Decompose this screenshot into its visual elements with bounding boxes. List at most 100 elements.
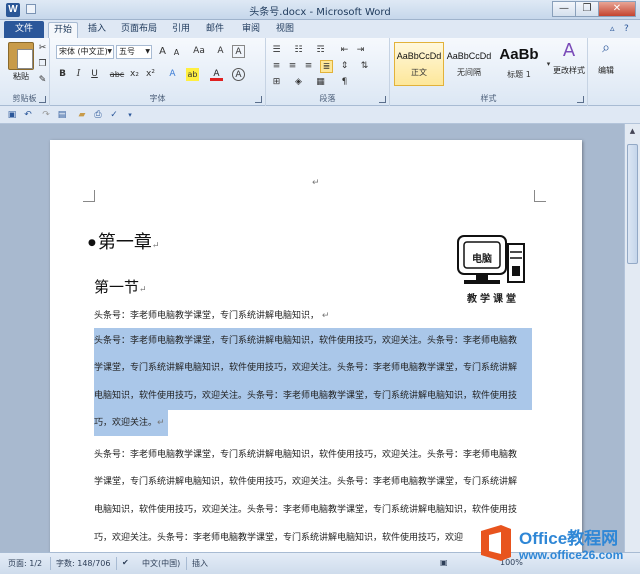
increase-indent-icon[interactable]: ⇥ [354,44,367,57]
proofing-icon[interactable]: ✔ [122,558,129,567]
multilevel-list-icon[interactable]: ☶ [314,44,327,57]
change-case-icon[interactable]: Aa [190,45,208,58]
doc-line-selected[interactable]: 头条号：李老师电脑教学课堂，专门系统讲解电脑知识，软件使用技巧，欢迎关注。头条号… [94,328,532,354]
clipboard-launcher-icon[interactable] [39,96,46,103]
tab-insert[interactable]: 插入 [82,22,112,38]
shading-icon[interactable]: ◈ [292,76,305,89]
doc-line-text: 头条号：李老师电脑教学课堂，专门系统讲解电脑知识， [94,311,320,321]
cut-icon[interactable]: ✂ [36,42,49,55]
tab-file[interactable]: 文件 [4,21,44,38]
change-styles-icon[interactable]: A [556,40,582,62]
phonetic-guide-icon[interactable]: A [232,45,245,58]
heading-1[interactable]: ● 第一章↵ [88,228,159,254]
format-painter-icon[interactable]: ✎ [36,74,49,87]
sort-icon[interactable]: ⇅ [358,60,371,73]
font-color-icon[interactable]: A [210,68,223,81]
quick-print-icon[interactable]: ⎙ [92,109,104,121]
doc-line-selected[interactable]: 学课堂，专门系统讲解电脑知识，软件使用技巧，欢迎关注。头条号：李老师电脑教学课堂… [94,354,532,382]
redo-icon[interactable]: ↷ [40,109,52,121]
doc-line[interactable]: 电脑知识，软件使用技巧，欢迎关注。头条号：李老师电脑教学课堂，专门系统讲解电脑知… [94,496,517,524]
clear-format-icon[interactable]: A [214,45,227,58]
bold-button[interactable]: B [56,68,69,81]
align-left-icon[interactable]: ≡ [270,60,283,73]
borders-icon[interactable]: ▦ [314,76,327,89]
vertical-scrollbar[interactable]: ▲ [624,124,640,552]
save-icon[interactable]: ▣ [6,109,18,121]
editing-button[interactable]: 编辑 [590,64,622,76]
grow-font-icon[interactable]: A [156,45,169,58]
bullets-icon[interactable]: ☰ [270,44,283,57]
document-area[interactable]: ↵ ● 第一章↵ 第一节↵ 电脑 教学课堂 头条号：李老师电脑教学课堂，专门系统讲… [0,124,624,552]
styles-launcher-icon[interactable] [577,96,584,103]
status-page[interactable]: 页面: 1/2 [8,558,42,569]
styles-group-label: 样式 [480,94,497,103]
font-size-value: 五号 [119,47,135,56]
customize-qat-icon[interactable]: ▾ [124,109,136,121]
line-spacing-icon[interactable]: ⇕ [338,60,351,73]
undo-icon[interactable]: ↶ [22,109,34,121]
scroll-thumb[interactable] [627,144,638,264]
tab-page-layout[interactable]: 页面布局 [116,22,162,38]
print-preview-icon[interactable]: ▤ [56,109,68,121]
print-layout-view-icon[interactable]: ▣ [440,558,448,567]
style-normal[interactable]: AaBbCcDd 正文 [394,42,444,86]
paste-button[interactable]: 粘贴 [6,70,36,82]
logo-caption: 教学课堂 [467,294,519,305]
chinese-layout-icon[interactable]: ⊞ [270,76,283,89]
close-button[interactable]: ✕ [598,1,636,17]
font-name-combo[interactable]: 宋体 (中文正) ▼ [56,45,114,59]
doc-line-selected[interactable]: 巧，欢迎关注。↵ [94,410,168,436]
font-launcher-icon[interactable] [255,96,262,103]
decrease-indent-icon[interactable]: ⇤ [338,44,351,57]
heading-2[interactable]: 第一节↵ [94,276,147,297]
text-effects-icon[interactable]: A [166,68,179,81]
style-no-spacing[interactable]: AaBbCcDd 无间隔 [444,42,494,86]
tab-home[interactable]: 开始 [48,22,78,38]
superscript-button[interactable]: x² [144,68,157,81]
open-folder-icon[interactable]: ▰ [76,109,88,121]
show-marks-icon[interactable]: ¶ [338,76,351,89]
change-styles-button[interactable]: 更改样式 [548,64,590,76]
doc-line[interactable]: 头条号：李老师电脑教学课堂，专门系统讲解电脑知识， ↵ [94,308,329,321]
underline-button[interactable]: U [88,68,101,81]
doc-line-selected[interactable]: 电脑知识，软件使用技巧，欢迎关注。头条号：李老师电脑教学课堂，专门系统讲解电脑知… [94,382,532,410]
shrink-font-icon[interactable]: A [170,46,183,59]
tab-review[interactable]: 审阅 [236,22,266,38]
font-size-combo[interactable]: 五号 ▼ [116,45,152,59]
doc-line[interactable]: 头条号：李老师电脑教学课堂，专门系统讲解电脑知识，软件使用技巧，欢迎关注。头条号… [94,442,517,468]
status-insert-mode[interactable]: 插入 [192,558,208,569]
doc-line[interactable]: 巧，欢迎关注。头条号：李老师电脑教学课堂，专门系统讲解电脑知识，软件使用技巧，欢… [94,524,463,552]
copy-icon[interactable]: ❐ [36,58,49,71]
find-icon[interactable]: ⌕ [598,41,614,60]
style-heading1-name: 标题 1 [507,70,531,79]
minimize-button[interactable]: — [552,1,576,17]
tab-view[interactable]: 视图 [270,22,300,38]
style-no-spacing-name: 无间隔 [457,68,481,77]
tab-references[interactable]: 引用 [166,22,196,38]
help-icon[interactable]: ? [624,24,634,34]
style-heading1-preview: AaBb [499,46,539,63]
strikethrough-button[interactable]: abc [108,68,126,81]
doc-line[interactable]: 学课堂，专门系统讲解电脑知识，软件使用技巧，欢迎关注。头条号：李老师电脑教学课堂… [94,468,517,496]
status-language[interactable]: 中文(中国) [142,558,180,569]
spelling-icon[interactable]: ✓ [108,109,120,121]
quick-access-toolbar: ▣ ↶ ↷ ▤ ▰ ⎙ ✓ ▾ [0,106,640,124]
paste-icon[interactable] [8,42,34,70]
document-page[interactable]: ↵ ● 第一章↵ 第一节↵ 电脑 教学课堂 头条号：李老师电脑教学课堂，专门系统讲… [50,140,582,552]
justify-icon[interactable]: ≣ [320,60,333,73]
enclose-char-icon[interactable]: A [232,68,245,81]
status-word-count[interactable]: 字数: 148/706 [56,558,110,569]
subscript-button[interactable]: x₂ [128,68,141,81]
align-center-icon[interactable]: ≡ [286,60,299,73]
restore-button[interactable]: ❐ [575,1,599,17]
group-font: 宋体 (中文正) ▼ 五号 ▼ A A Aa A A B I U abc x₂ x²… [50,38,266,106]
align-right-icon[interactable]: ≡ [302,60,315,73]
scroll-up-icon[interactable]: ▲ [627,126,638,137]
tab-mailings[interactable]: 邮件 [200,22,230,38]
paragraph-launcher-icon[interactable] [379,96,386,103]
minimize-ribbon-icon[interactable]: ▵ [610,24,620,34]
italic-button[interactable]: I [72,68,85,81]
numbering-icon[interactable]: ☷ [292,44,305,57]
highlight-icon[interactable]: ab [186,68,199,81]
style-heading1[interactable]: AaBb 标题 1 [494,42,544,86]
